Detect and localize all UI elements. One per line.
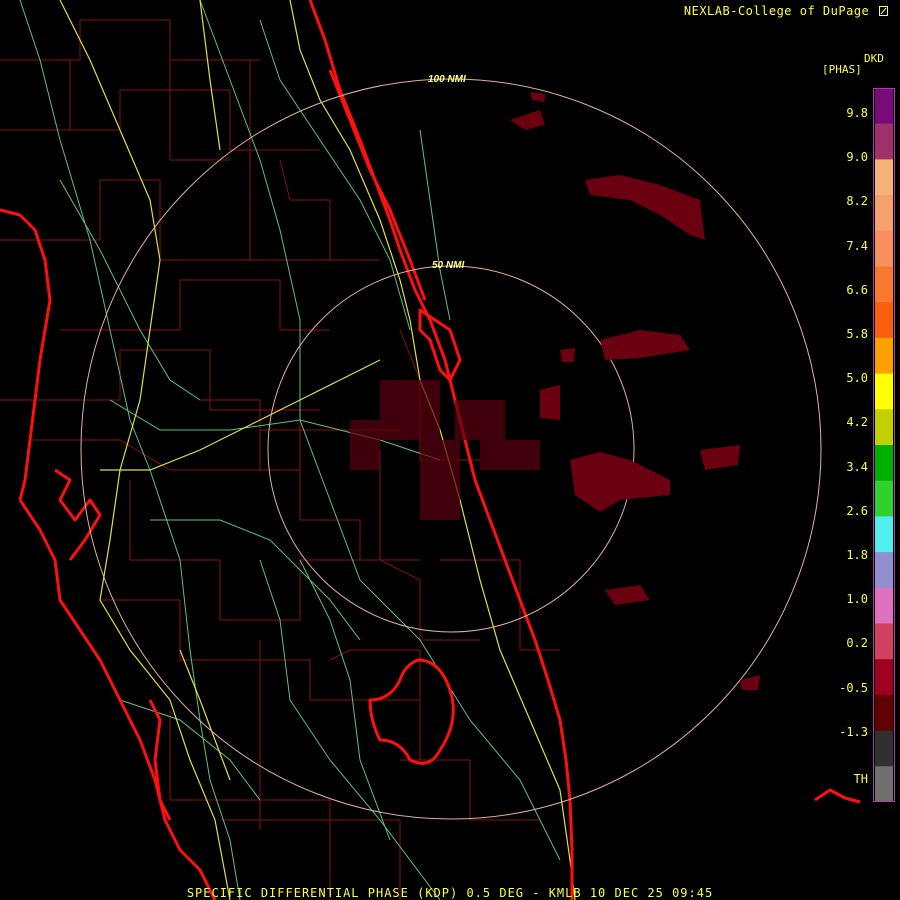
colorbar-tick-label: TH [853, 772, 868, 786]
colorbar-tick-label: 9.8 [846, 106, 868, 120]
colorbar-swatch [875, 694, 893, 732]
colorbar-tick-label: 6.6 [846, 282, 868, 297]
colorbar-tick-label: -0.5 [839, 680, 868, 695]
colorbar-tick-label: 1.0 [846, 592, 868, 607]
colorbar-tick-label: 1.8 [846, 548, 868, 562]
echo-cell [540, 385, 560, 420]
colorbar-swatch [875, 266, 893, 303]
colorbar-swatch [875, 337, 893, 375]
colorbar-tick-label: 0.2 [846, 636, 868, 651]
colorbar-swatch [875, 302, 893, 339]
colorbar-tick-label: 4.2 [846, 415, 868, 430]
colorbar-swatch [875, 88, 893, 125]
colorbar-swatch [875, 587, 893, 624]
colorbar-tick-label: 5.0 [846, 371, 868, 386]
colorbar-tick-label: 9.0 [846, 150, 868, 165]
radar-map: 50 NMI 100 NMI [0, 0, 900, 900]
colorbar-tick-label: 7.4 [846, 238, 868, 253]
colorbar-swatch [875, 659, 893, 696]
range-ring-50-label: 50 NMI [432, 260, 464, 271]
logo-icon [879, 6, 888, 16]
range-ring-100-label: 100 NMI [428, 74, 466, 85]
colorbar-tick-label: 2.6 [846, 503, 868, 518]
colorbar-swatch [875, 373, 893, 410]
colorbar-swatch [875, 195, 893, 232]
colorbar-swatch [875, 123, 893, 160]
product-title: SPECIFIC DIFFERENTIAL PHASE (KDP) 0.5 DE… [186, 886, 714, 900]
colorbar-swatch [875, 445, 893, 482]
credit-text: NEXLAB-College of DuPage [683, 4, 870, 18]
colorbar-units-top: DKD [864, 52, 884, 65]
colorbar-units-bottom: [PHAS] [822, 63, 862, 76]
colorbar [873, 88, 895, 802]
colorbar-tick-label: 8.2 [846, 194, 868, 209]
echo-cell [560, 348, 575, 362]
colorbar-swatch [875, 552, 893, 589]
colorbar-tick-label: -1.3 [839, 724, 868, 739]
credit-label: NEXLAB-College of DuPage [684, 4, 888, 18]
colorbar-swatch [875, 409, 893, 446]
colorbar-swatch [875, 730, 893, 767]
colorbar-tick-label: 3.4 [846, 459, 868, 474]
colorbar-swatch [875, 159, 893, 196]
colorbar-tick-label: 5.8 [846, 327, 868, 341]
colorbar-swatch [875, 230, 893, 267]
colorbar-swatch [875, 623, 893, 660]
colorbar-swatch [875, 480, 893, 517]
colorbar-swatch [875, 516, 893, 553]
colorbar-swatch [875, 766, 893, 802]
